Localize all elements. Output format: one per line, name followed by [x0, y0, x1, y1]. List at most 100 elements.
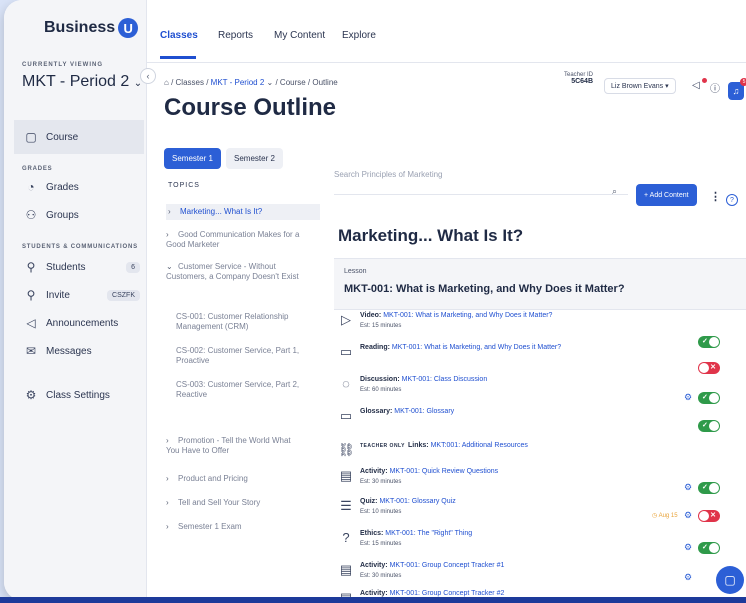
visibility-toggle[interactable]: ✓: [698, 420, 720, 432]
sidebar-item-grades[interactable]: ◔ Grades: [24, 180, 140, 194]
help-icon[interactable]: ?: [726, 194, 738, 206]
tab-explore[interactable]: Explore: [342, 30, 376, 41]
item-link[interactable]: Activity: MKT-001: Quick Review Question…: [360, 468, 498, 475]
toggle-knob: [699, 363, 709, 373]
grades-section-label: GRADES: [22, 166, 53, 172]
sidebar-item-class-settings[interactable]: ⚙ Class Settings: [24, 388, 140, 402]
sidebar-item-messages[interactable]: ✉ Messages: [24, 344, 140, 358]
tab-reports[interactable]: Reports: [218, 30, 253, 41]
groups-icon: ⚇: [25, 208, 37, 222]
sidebar-item-students[interactable]: ⚲ Students 6: [24, 260, 140, 274]
more-options-icon[interactable]: ⋮: [710, 190, 721, 203]
notification-count: 5: [740, 78, 746, 86]
breadcrumb-classes[interactable]: / Classes /: [171, 78, 208, 87]
chevron-right-icon: ›: [166, 230, 169, 239]
visibility-toggle[interactable]: ✓: [698, 392, 720, 404]
class-selector[interactable]: MKT - Period 2 ⌄: [22, 73, 142, 91]
chevron-right-icon: ›: [166, 474, 169, 483]
item-estimate: Est: 15 minutes: [360, 323, 402, 329]
item-link[interactable]: Activity: MKT-001: Group Concept Tracker…: [360, 562, 504, 569]
item-type: Links:: [408, 442, 429, 449]
gear-icon[interactable]: ⚙: [684, 392, 692, 403]
page-icon: ▢: [25, 130, 37, 144]
help-icon[interactable]: ⓘ: [710, 80, 720, 95]
clock-icon: ◷: [652, 513, 658, 519]
person-icon: ⚲: [26, 260, 36, 274]
item-link[interactable]: Glossary: MKT-001: Glossary: [360, 408, 454, 415]
item-link[interactable]: Discussion: MKT-001: Class Discussion: [360, 376, 487, 383]
visibility-toggle[interactable]: ✕: [698, 362, 720, 374]
gear-icon[interactable]: ⚙: [684, 510, 692, 521]
item-link[interactable]: Reading: MKT-001: What is Marketing, and…: [360, 344, 561, 351]
discussion-icon: ◌: [342, 376, 350, 391]
toggle-knob: [709, 421, 719, 431]
visibility-toggle[interactable]: ✓: [698, 542, 720, 554]
topic-item[interactable]: › Tell and Sell Your Story: [166, 498, 306, 508]
x-icon: ✕: [710, 364, 716, 371]
sidebar-item-announcements[interactable]: ◁ Announcements: [24, 316, 140, 330]
collapse-sidebar-button[interactable]: ‹: [140, 68, 156, 84]
visibility-toggle[interactable]: ✕: [698, 510, 720, 522]
tab-classes[interactable]: Classes: [160, 30, 198, 41]
lesson-title[interactable]: MKT-001: What is Marketing, and Why Does…: [344, 283, 625, 295]
class-name: MKT - Period 2: [22, 73, 130, 90]
item-link[interactable]: Video: MKT-001: What is Marketing, and W…: [360, 312, 552, 319]
item-title: MKT-001: Group Concept Tracker #2: [389, 590, 505, 597]
search-icon[interactable]: ⌕: [612, 186, 617, 197]
visibility-toggle[interactable]: ✓: [698, 482, 720, 494]
home-icon[interactable]: ⌂: [164, 78, 169, 87]
chat-button[interactable]: ▢: [716, 566, 744, 594]
topic-item[interactable]: › Good Communication Makes for a Good Mar…: [166, 230, 306, 250]
chevron-left-icon: ‹: [146, 71, 150, 81]
add-content-button[interactable]: + Add Content: [636, 184, 697, 206]
tab-my-content[interactable]: My Content: [274, 30, 325, 41]
topic-item[interactable]: › Promotion - Tell the World What You Hav…: [166, 436, 306, 456]
subtopic-item[interactable]: CS-001: Customer Relationship Management…: [176, 312, 306, 332]
page-title: Course Outline: [164, 94, 337, 121]
item-title: MKT-001: Glossary Quiz: [379, 498, 456, 505]
section-title: Marketing... What Is It?: [338, 226, 524, 245]
topic-item[interactable]: › Product and Pricing: [166, 474, 306, 484]
tab-semester-1[interactable]: Semester 1: [164, 148, 221, 169]
item-estimate: Est: 15 minutes: [360, 541, 402, 547]
megaphone-icon[interactable]: ◁: [692, 80, 700, 91]
item-link[interactable]: Ethics: MKT-001: The "Right" Thing: [360, 530, 472, 537]
app-frame: Business U CURRENTLY VIEWING MKT - Perio…: [4, 0, 746, 600]
subtopic-item[interactable]: CS-003: Customer Service, Part 2, Reacti…: [176, 380, 306, 400]
sidebar-item-invite[interactable]: ⚲ Invite CSZFK: [24, 288, 140, 302]
brand-logo[interactable]: Business U: [44, 18, 139, 38]
top-nav: Classes Reports My Content Explore: [146, 0, 746, 63]
toggle-knob: [709, 483, 719, 493]
item-type: Activity:: [360, 562, 388, 569]
item-link[interactable]: TEACHER ONLY Links: MKT:001: Additional R…: [360, 442, 528, 449]
user-menu[interactable]: Liz Brown Evans ▾: [604, 78, 676, 94]
breadcrumb-rest: ⌄ / Course / Outline: [266, 78, 338, 87]
breadcrumb-period[interactable]: MKT - Period 2: [211, 78, 265, 87]
gear-icon[interactable]: ⚙: [684, 482, 692, 493]
topic-item[interactable]: ⌄ Customer Service - Without Customers, a…: [166, 262, 306, 282]
topic-item[interactable]: › Semester 1 Exam: [166, 522, 306, 532]
teacher-only-tag: TEACHER ONLY: [360, 443, 405, 449]
item-type: Activity:: [360, 468, 388, 475]
subtopic-item[interactable]: CS-002: Customer Service, Part 1, Proact…: [176, 346, 306, 366]
search-input[interactable]: Search Principles of Marketing: [334, 164, 628, 195]
gear-icon[interactable]: ⚙: [684, 542, 692, 553]
sidebar-item-label: Announcements: [46, 317, 119, 329]
topic-item[interactable]: › Marketing... What Is It?: [166, 204, 320, 220]
gear-icon: ⚙: [25, 388, 37, 402]
reading-icon: ▭: [339, 344, 353, 359]
gear-icon[interactable]: ⚙: [684, 572, 692, 583]
sidebar-item-groups[interactable]: ⚇ Groups: [24, 208, 140, 222]
ethics-icon: ?: [342, 530, 350, 545]
visibility-toggle[interactable]: ✓: [698, 336, 720, 348]
teacher-id-value: 5C64B: [571, 78, 594, 85]
item-estimate: Est: 30 minutes: [360, 573, 402, 579]
check-icon: ✓: [702, 338, 708, 345]
add-person-icon: ⚲: [26, 288, 36, 302]
tab-semester-2[interactable]: Semester 2: [226, 148, 283, 169]
due-date-label: Aug 15: [658, 513, 678, 519]
sidebar-item-course[interactable]: ▢ Course: [24, 130, 140, 144]
bottom-band: [0, 597, 746, 603]
item-link[interactable]: Activity: MKT-001: Group Concept Tracker…: [360, 590, 504, 597]
item-link[interactable]: Quiz: MKT-001: Glossary Quiz: [360, 498, 456, 505]
